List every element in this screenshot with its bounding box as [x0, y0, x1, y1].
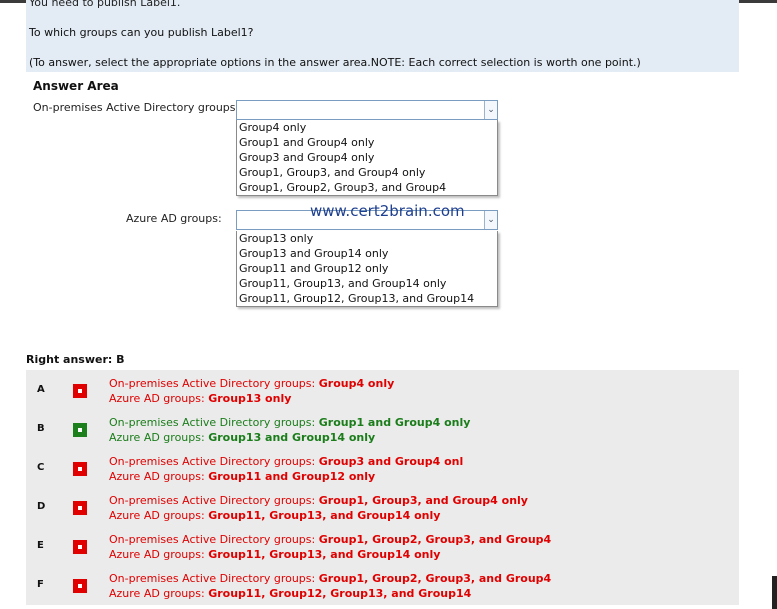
azure-options-list: Group13 only Group13 and Group14 only Gr… — [236, 231, 498, 307]
choice-onprem-line: On-premises Active Directory groups: Gro… — [109, 572, 551, 585]
choice-onprem-line: On-premises Active Directory groups: Gro… — [109, 416, 470, 429]
choice-onprem-value: Group4 only — [318, 377, 395, 390]
choice-onprem-value: Group3 and Group4 onl — [318, 455, 464, 468]
choice-letter: C — [37, 462, 45, 473]
choice-row[interactable]: E On-premises Active Directory groups: Gr… — [26, 527, 739, 566]
choice-row[interactable]: A On-premises Active Directory groups: Gr… — [26, 371, 739, 410]
onprem-option[interactable]: Group1 and Group4 only — [237, 135, 497, 150]
scrollbar-edge — [772, 576, 777, 609]
choice-onprem-prefix: On-premises Active Directory groups: — [109, 494, 319, 507]
choice-row[interactable]: C On-premises Active Directory groups: Gr… — [26, 449, 739, 488]
choice-azure-prefix: Azure AD groups: — [109, 548, 209, 561]
choice-azure-value: Group11, Group13, and Group14 only — [208, 548, 441, 561]
watermark: www.cert2brain.com — [310, 202, 465, 220]
choice-azure-prefix: Azure AD groups: — [109, 587, 209, 600]
choice-azure-value: Group11 and Group12 only — [208, 470, 376, 483]
choice-onprem-line: On-premises Active Directory groups: Gro… — [109, 494, 528, 507]
question-instructions: (To answer, select the appropriate optio… — [29, 56, 641, 69]
choice-onprem-prefix: On-premises Active Directory groups: — [109, 455, 319, 468]
chevron-down-icon[interactable]: ⌄ — [484, 101, 497, 119]
choice-azure-prefix: Azure AD groups: — [109, 392, 209, 405]
onprem-groups-dropdown[interactable]: ⌄ — [236, 100, 498, 120]
choice-onprem-prefix: On-premises Active Directory groups: — [109, 572, 319, 585]
choice-letter: A — [37, 384, 45, 395]
choice-row[interactable]: F On-premises Active Directory groups: Gr… — [26, 566, 739, 605]
choice-onprem-value: Group1, Group2, Group3, and Group4 — [318, 572, 552, 585]
correct-indicator-icon — [73, 423, 87, 437]
choice-azure-line: Azure AD groups: Group13 only — [109, 392, 291, 405]
choice-onprem-prefix: On-premises Active Directory groups: — [109, 377, 319, 390]
choice-onprem-value: Group1, Group2, Group3, and Group4 — [318, 533, 552, 546]
choice-azure-line: Azure AD groups: Group13 and Group14 onl… — [109, 431, 375, 444]
question-cut-line: You need to publish Label1. — [29, 0, 181, 9]
choice-onprem-value: Group1, Group3, and Group4 only — [318, 494, 528, 507]
onprem-groups-label: On-premises Active Directory groups: — [33, 101, 240, 114]
choice-row[interactable]: B On-premises Active Directory groups: Gr… — [26, 410, 739, 449]
choice-onprem-line: On-premises Active Directory groups: Gro… — [109, 455, 463, 468]
choice-azure-line: Azure AD groups: Group11, Group12, Group… — [109, 587, 471, 600]
choice-onprem-prefix: On-premises Active Directory groups: — [109, 533, 319, 546]
choice-letter: F — [37, 579, 44, 590]
onprem-option[interactable]: Group1, Group3, and Group4 only — [237, 165, 497, 180]
choice-azure-prefix: Azure AD groups: — [109, 509, 209, 522]
incorrect-indicator-icon — [73, 501, 87, 515]
choice-azure-line: Azure AD groups: Group11 and Group12 onl… — [109, 470, 375, 483]
choice-azure-value: Group11, Group13, and Group14 only — [208, 509, 441, 522]
choice-azure-line: Azure AD groups: Group11, Group13, and G… — [109, 509, 440, 522]
incorrect-indicator-icon — [73, 462, 87, 476]
azure-option[interactable]: Group11, Group13, and Group14 only — [237, 276, 497, 291]
choice-letter: B — [37, 423, 45, 434]
choice-azure-prefix: Azure AD groups: — [109, 431, 209, 444]
choice-azure-value: Group13 only — [208, 392, 292, 405]
choice-azure-prefix: Azure AD groups: — [109, 470, 209, 483]
incorrect-indicator-icon — [73, 579, 87, 593]
azure-option[interactable]: Group13 only — [237, 231, 497, 246]
choice-letter: E — [37, 540, 44, 551]
onprem-option[interactable]: Group4 only — [237, 120, 497, 135]
choice-azure-value: Group13 and Group14 only — [208, 431, 376, 444]
azure-option[interactable]: Group13 and Group14 only — [237, 246, 497, 261]
incorrect-indicator-icon — [73, 384, 87, 398]
choice-onprem-value: Group1 and Group4 only — [318, 416, 471, 429]
onprem-option[interactable]: Group1, Group2, Group3, and Group4 — [237, 180, 497, 195]
azure-option[interactable]: Group11, Group12, Group13, and Group14 — [237, 291, 497, 306]
choice-onprem-prefix: On-premises Active Directory groups: — [109, 416, 319, 429]
answer-area-title: Answer Area — [33, 79, 119, 93]
onprem-options-list: Group4 only Group1 and Group4 only Group… — [236, 120, 498, 196]
choice-letter: D — [37, 501, 46, 512]
azure-option[interactable]: Group11 and Group12 only — [237, 261, 497, 276]
choice-onprem-line: On-premises Active Directory groups: Gro… — [109, 377, 394, 390]
question-prompt: To which groups can you publish Label1? — [29, 26, 254, 39]
choice-azure-line: Azure AD groups: Group11, Group13, and G… — [109, 548, 440, 561]
incorrect-indicator-icon — [73, 540, 87, 554]
onprem-option[interactable]: Group3 and Group4 only — [237, 150, 497, 165]
choice-azure-value: Group11, Group12, Group13, and Group14 — [208, 587, 472, 600]
choice-row[interactable]: D On-premises Active Directory groups: Gr… — [26, 488, 739, 527]
right-answer: Right answer: B — [26, 353, 125, 366]
chevron-down-icon[interactable]: ⌄ — [484, 211, 497, 229]
question-box: You need to publish Label1. To which gro… — [26, 0, 739, 72]
choice-onprem-line: On-premises Active Directory groups: Gro… — [109, 533, 551, 546]
azure-groups-label: Azure AD groups: — [126, 212, 222, 225]
